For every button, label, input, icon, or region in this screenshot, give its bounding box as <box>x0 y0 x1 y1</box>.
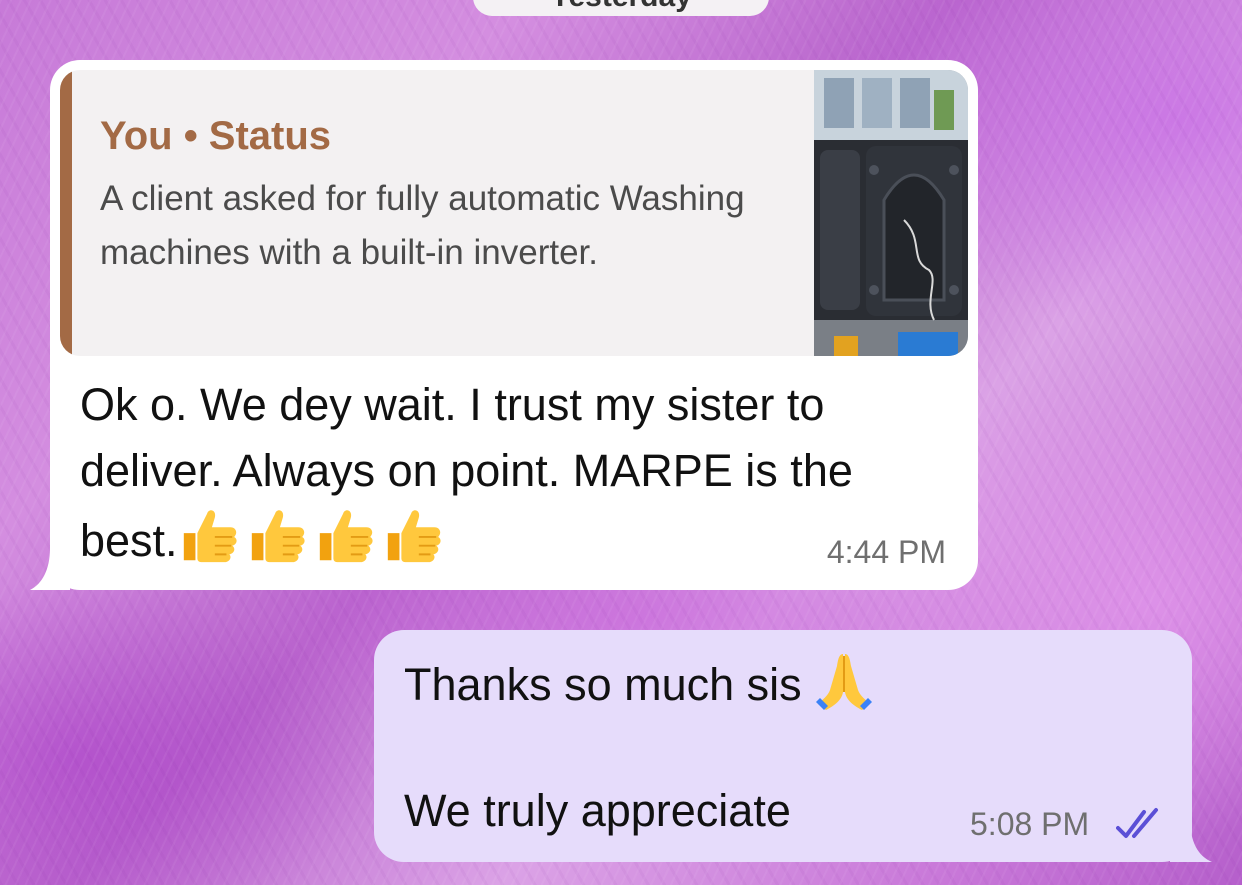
date-divider-chip: Yesterday <box>473 0 769 16</box>
thumbs-up-icon <box>319 510 373 563</box>
thumbs-up-icon <box>183 510 237 563</box>
thumbs-up-emoji-row <box>178 504 450 584</box>
read-double-check-icon <box>1116 808 1158 838</box>
quote-text: A client asked for fully automatic Washi… <box>100 179 745 272</box>
received-message-time: 4:44 PM <box>826 534 946 570</box>
received-message-bubble[interactable]: You • Status A client asked for fully au… <box>50 60 978 590</box>
sent-message-line-1-text: Thanks so much sis <box>404 659 802 710</box>
status-thumbnail-image[interactable] <box>814 70 968 356</box>
sent-message-line-2: We truly appreciate <box>404 785 791 836</box>
folded-hands-icon <box>815 654 872 710</box>
quote-accent-bar <box>60 70 72 356</box>
date-divider-label: Yesterday <box>550 0 692 13</box>
sent-message-bubble[interactable]: Thanks so much sis We truly appreciate 5… <box>374 630 1192 862</box>
sent-message-time: 5:08 PM <box>970 806 1090 842</box>
thumbs-up-icon <box>387 510 441 563</box>
quoted-status-reply[interactable]: You • Status A client asked for fully au… <box>60 70 968 356</box>
sent-message-line-1: Thanks so much sis <box>404 648 876 716</box>
quote-author: You • Status <box>100 114 332 158</box>
thumbs-up-icon <box>251 510 305 563</box>
